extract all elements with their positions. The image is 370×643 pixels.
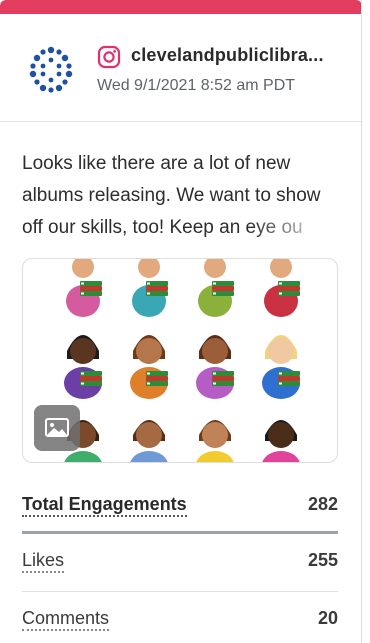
post-media[interactable] xyxy=(22,258,338,463)
metric-row-comments: Comments 20 xyxy=(22,592,338,643)
caption-fade xyxy=(250,213,350,245)
total-engagements-value: 282 xyxy=(307,494,338,514)
metric-row-likes: Likes 255 xyxy=(22,534,338,592)
image-icon xyxy=(45,418,69,437)
media-badge[interactable] xyxy=(34,405,80,451)
metric-row-total-engagements: Total Engagements 282 xyxy=(22,478,338,534)
comments-label[interactable]: Comments xyxy=(22,608,110,631)
likes-value: 255 xyxy=(307,550,338,570)
likes-label[interactable]: Likes xyxy=(22,550,65,573)
post-card: clevelandpubliclibra... Wed 9/1/2021 8:5… xyxy=(0,0,362,643)
post-header: clevelandpubliclibra... Wed 9/1/2021 8:5… xyxy=(0,14,361,122)
accent-bar xyxy=(0,0,361,14)
instagram-icon xyxy=(97,45,121,69)
post-timestamp: Wed 9/1/2021 8:52 am PDT xyxy=(97,77,296,94)
comments-value: 20 xyxy=(317,608,338,628)
metrics-table: Total Engagements 282 Likes 255 Comments… xyxy=(22,478,338,643)
total-engagements-label[interactable]: Total Engagements xyxy=(22,494,187,517)
library-logo-avatar[interactable] xyxy=(23,42,79,98)
account-name[interactable]: clevelandpubliclibra... xyxy=(131,45,346,66)
